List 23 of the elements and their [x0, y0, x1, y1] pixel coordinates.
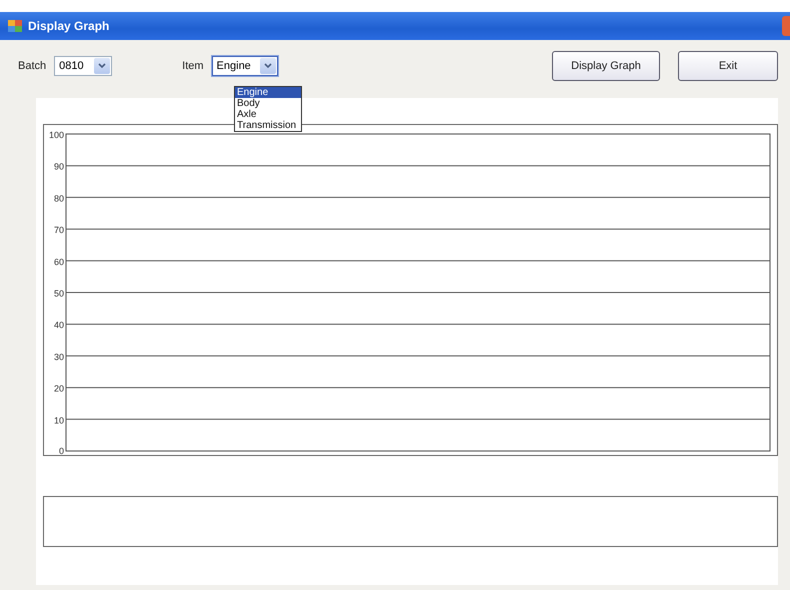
batch-label: Batch	[18, 60, 46, 72]
y-axis-label: 50	[54, 288, 64, 298]
app-icon	[8, 20, 22, 32]
window-title: Display Graph	[28, 19, 110, 33]
y-axis-label: 0	[58, 446, 64, 455]
y-axis-label: 10	[54, 415, 64, 426]
y-axis-label: 70	[54, 225, 64, 236]
dropdown-option[interactable]: Transmission	[235, 120, 301, 131]
y-axis-label: 90	[54, 162, 64, 172]
display-graph-button[interactable]: Display Graph	[552, 51, 660, 81]
item-dropdown[interactable]: Engine	[212, 56, 278, 76]
y-axis-label: 30	[54, 352, 64, 362]
y-axis-label: 40	[54, 320, 64, 330]
dropdown-option[interactable]: Engine	[235, 87, 301, 98]
exit-button[interactable]: Exit	[678, 51, 778, 81]
y-axis-label: 20	[54, 384, 64, 394]
dropdown-option[interactable]: Axle	[235, 109, 301, 120]
y-axis-label: 80	[54, 193, 64, 204]
y-axis-label: 60	[54, 256, 64, 267]
batch-dropdown[interactable]: 0810	[54, 56, 112, 76]
y-axis-label: 100	[48, 130, 64, 140]
dropdown-option[interactable]: Body	[235, 98, 301, 109]
item-label: Item	[182, 60, 204, 72]
